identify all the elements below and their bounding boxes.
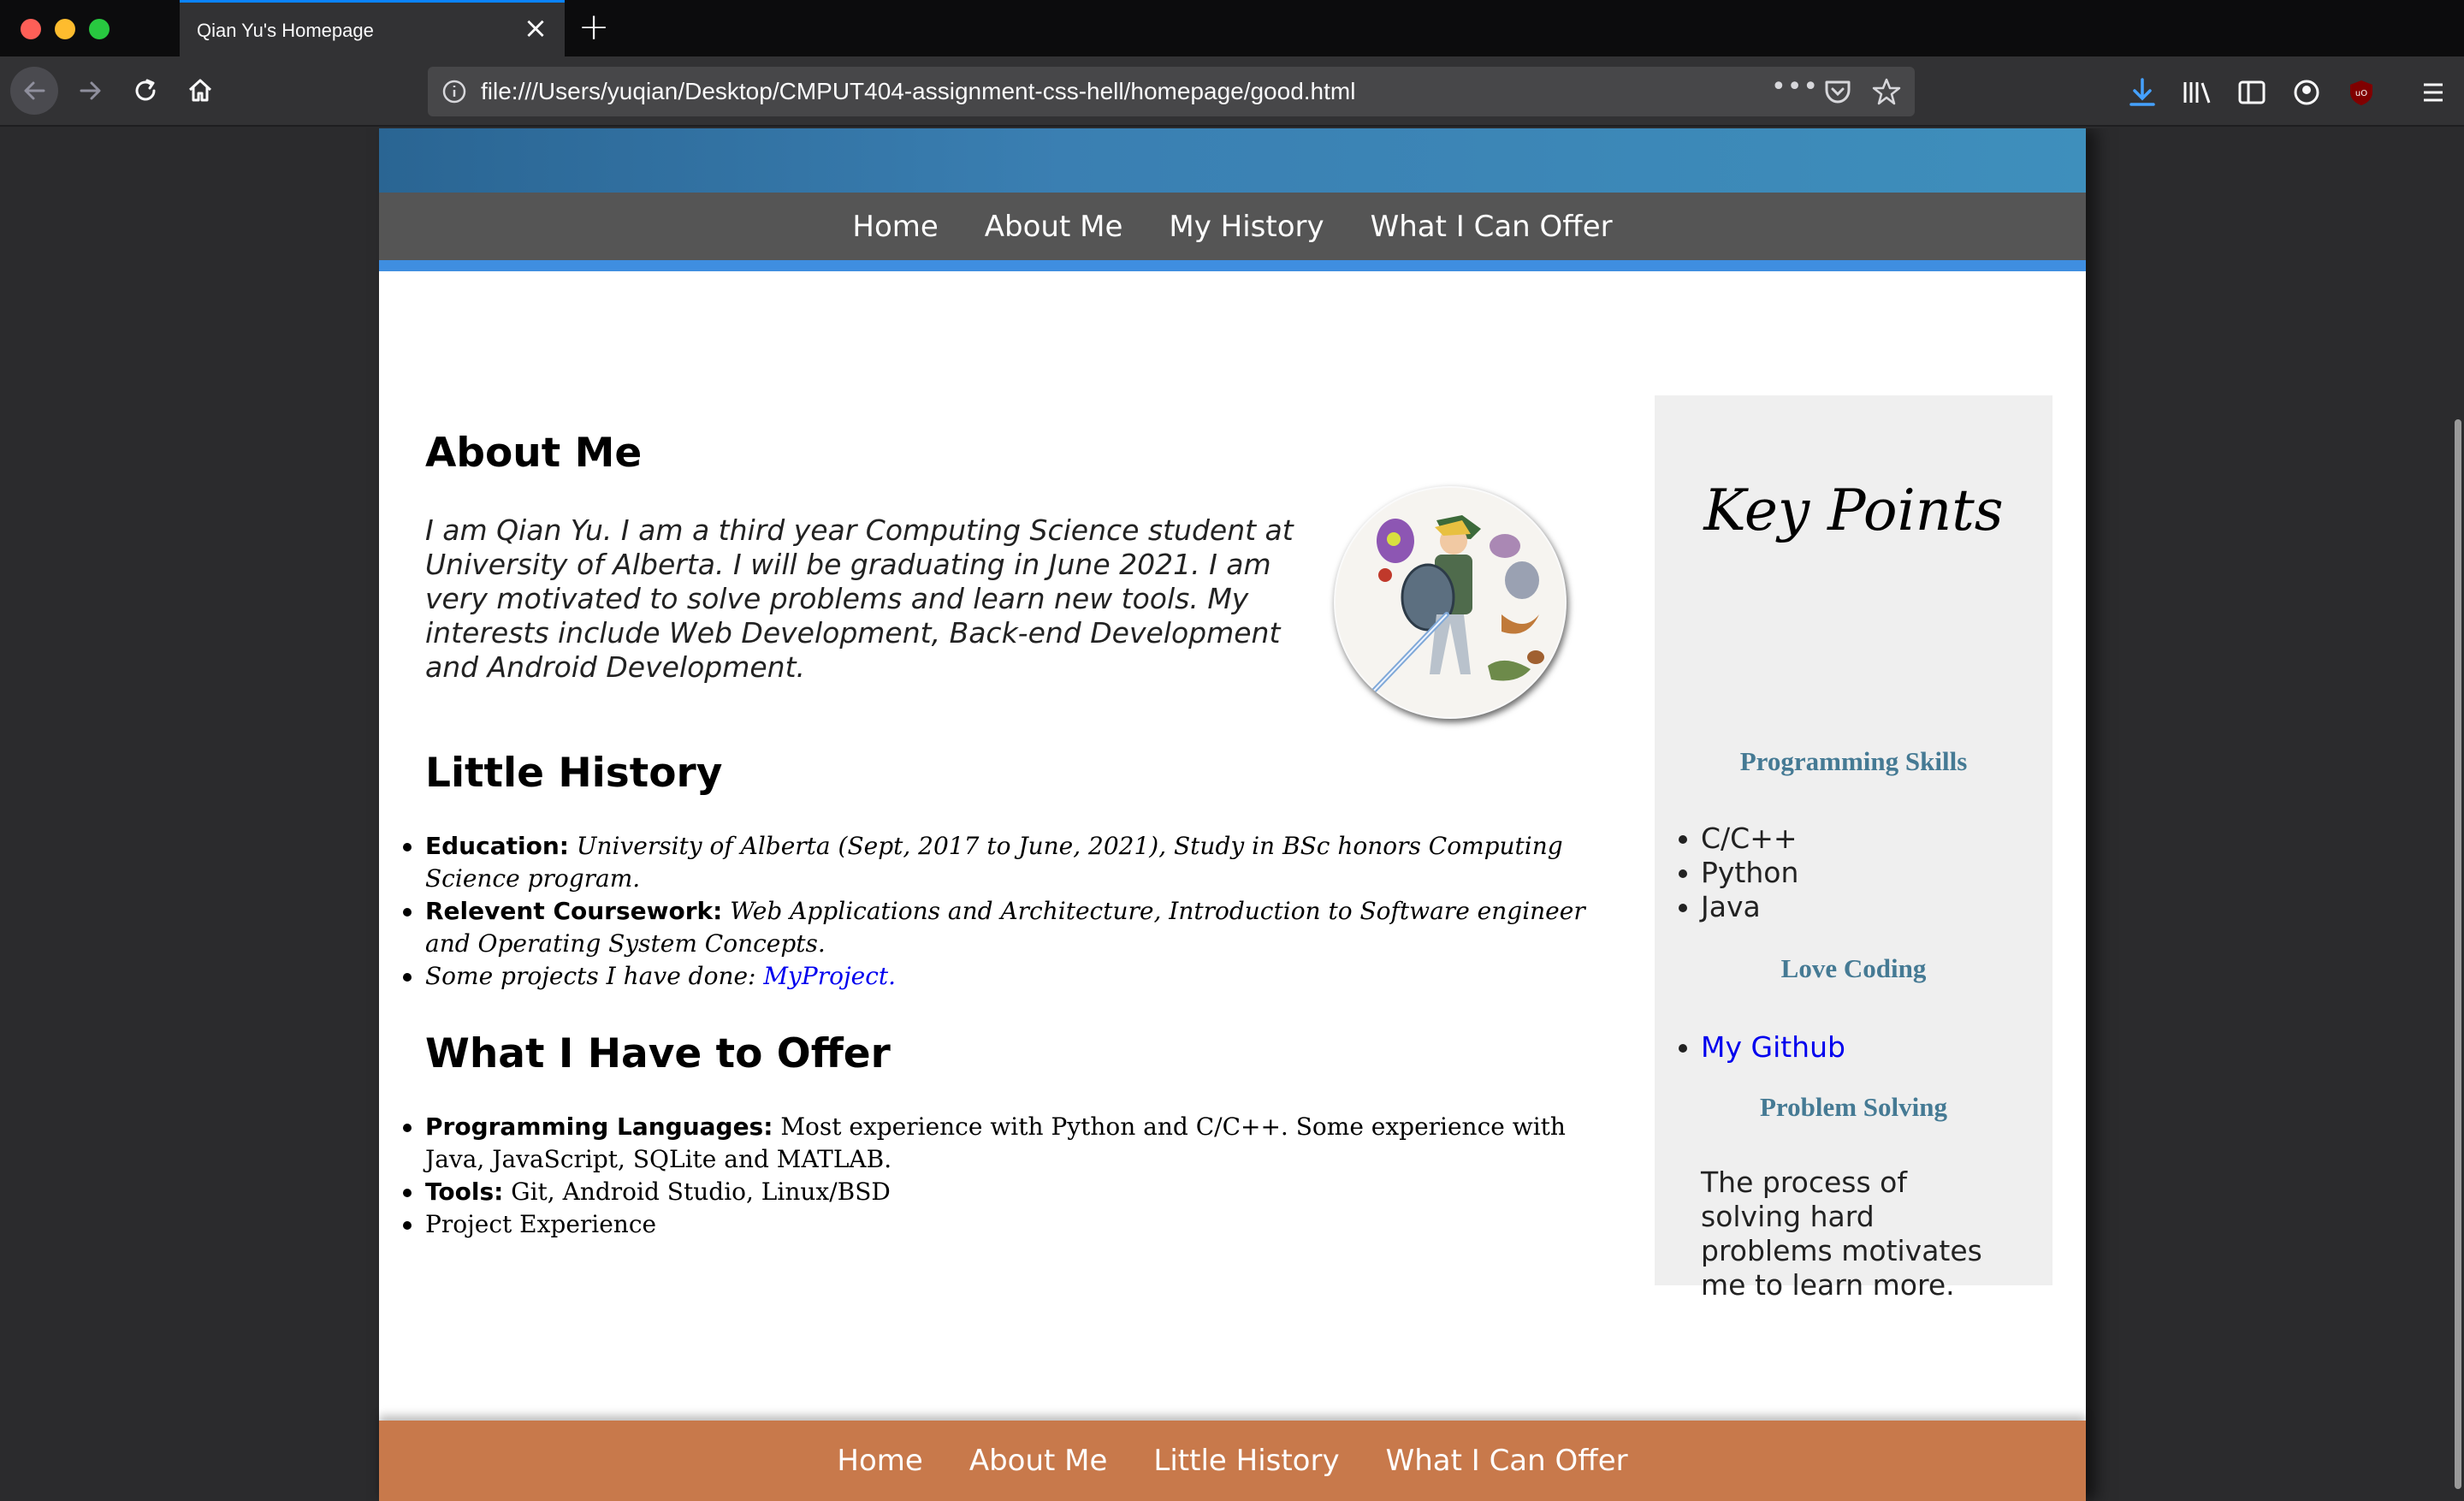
character-illustration <box>1336 488 1565 717</box>
list-item: Programming Languages: Most experience w… <box>403 1111 1623 1176</box>
coursework-label: Relevent Coursework: <box>425 897 723 925</box>
sidebar-icon <box>2238 80 2266 104</box>
reload-icon <box>135 79 156 101</box>
close-window-button[interactable] <box>21 19 41 39</box>
avatar <box>1334 486 1567 719</box>
tab-title: Qian Yu's Homepage <box>197 20 374 41</box>
info-icon[interactable] <box>441 79 467 104</box>
key-points-title: Key Points <box>1703 478 2004 543</box>
list-item: Relevent Coursework: Web Applications an… <box>403 895 1623 960</box>
offer-list: Programming Languages: Most experience w… <box>403 1111 1623 1241</box>
tools-text: Git, Android Studio, Linux/BSD <box>503 1178 891 1206</box>
languages-label: Programming Languages: <box>425 1112 773 1141</box>
top-nav-about-me[interactable]: About Me <box>985 210 1123 244</box>
footer-nav-little-history[interactable]: Little History <box>1153 1444 1339 1478</box>
scrollbar[interactable] <box>2452 128 2464 1501</box>
list-item: My Github <box>1679 1030 1845 1065</box>
page-actions-icon[interactable]: ••• <box>1771 72 1819 102</box>
minimize-window-button[interactable] <box>55 19 75 39</box>
list-item: C/C++ <box>1678 822 1798 855</box>
sidebar-button[interactable] <box>2235 75 2269 110</box>
back-button[interactable] <box>10 67 58 115</box>
list-item: Education: University of Alberta (Sept, … <box>403 830 1623 895</box>
projects-text: Some projects I have done: <box>425 962 764 990</box>
ublock-button[interactable]: uO <box>2344 75 2378 110</box>
header-banner <box>379 128 2086 193</box>
key-points-sidebar: Key Points Programming Skills C/C++ Pyth… <box>1655 395 2052 1302</box>
project-experience-text: Project Experience <box>425 1210 657 1238</box>
problem-solving-text: The process of solving hard problems mot… <box>1701 1166 1982 1302</box>
history-list: Education: University of Alberta (Sept, … <box>403 830 1623 993</box>
tab-active[interactable]: Qian Yu's Homepage × <box>180 0 565 56</box>
problem-solving-heading: Problem Solving <box>1759 1092 1948 1122</box>
reload-button[interactable] <box>121 67 169 115</box>
footer-nav-about-me[interactable]: About Me <box>969 1444 1108 1478</box>
arrow-left-icon <box>24 81 45 100</box>
library-icon <box>2183 82 2211 104</box>
bookmark-star-icon[interactable] <box>1872 77 1901 106</box>
library-button[interactable] <box>2180 75 2214 110</box>
close-tab-icon[interactable]: × <box>520 13 551 44</box>
top-nav-what-i-can-offer[interactable]: What I Can Offer <box>1371 210 1613 244</box>
zoom-window-button[interactable] <box>89 19 110 39</box>
skills-list: C/C++ Python Java <box>1678 822 1799 924</box>
list-item: Python <box>1678 856 1799 889</box>
new-tab-icon[interactable]: + <box>575 9 613 48</box>
list-item: Tools: Git, Android Studio, Linux/BSD <box>403 1176 1623 1208</box>
list-item: Project Experience <box>403 1208 1623 1241</box>
tools-label: Tools: <box>425 1178 504 1206</box>
github-link[interactable]: My Github <box>1701 1030 1845 1064</box>
ublock-shield-icon: uO <box>2350 80 2372 105</box>
home-button[interactable] <box>176 67 224 115</box>
account-button[interactable] <box>2289 75 2324 110</box>
programming-skills-heading: Programming Skills <box>1739 746 1968 776</box>
download-icon <box>2129 78 2155 106</box>
coding-list: My Github <box>1679 1030 1845 1065</box>
tab-bar: Qian Yu's Homepage × + <box>0 0 2464 56</box>
love-coding-heading: Love Coding <box>1780 953 1927 983</box>
arrow-right-icon <box>80 81 101 100</box>
education-label: Education: <box>425 832 569 860</box>
menu-button[interactable] <box>2416 75 2450 110</box>
about-paragraph: I am Qian Yu. I am a third year Computin… <box>425 513 1294 684</box>
history-heading: Little History <box>425 750 723 797</box>
svg-text:uO: uO <box>2355 89 2367 98</box>
forward-button[interactable] <box>67 67 115 115</box>
list-item: Java <box>1678 890 1798 924</box>
hamburger-menu-icon <box>2424 83 2443 102</box>
pocket-icon[interactable] <box>1824 79 1851 104</box>
top-nav-home[interactable]: Home <box>852 210 938 244</box>
footer-nav-home[interactable]: Home <box>837 1444 922 1478</box>
scrollbar-thumb[interactable] <box>2455 419 2461 1489</box>
top-navigation: Home About Me My History What I Can Offe… <box>379 193 2086 271</box>
education-text: University of Alberta (Sept, 2017 to Jun… <box>425 832 1563 893</box>
page-viewport: Home About Me My History What I Can Offe… <box>0 128 2452 1501</box>
downloads-button[interactable] <box>2125 75 2159 110</box>
url-bar[interactable]: file:///Users/yuqian/Desktop/CMPUT404-as… <box>428 67 1915 116</box>
footer-nav-what-i-can-offer[interactable]: What I Can Offer <box>1386 1444 1628 1478</box>
url-text[interactable]: file:///Users/yuqian/Desktop/CMPUT404-as… <box>481 78 1355 105</box>
account-icon <box>2294 80 2319 105</box>
list-item: Some projects I have done: MyProject. <box>403 960 1623 993</box>
top-nav-my-history[interactable]: My History <box>1169 210 1324 244</box>
page-container: Home About Me My History What I Can Offe… <box>379 128 2086 1501</box>
footer-navigation: Home About Me Little History What I Can … <box>379 1421 2086 1501</box>
about-heading: About Me <box>425 430 643 477</box>
myproject-link[interactable]: MyProject. <box>763 962 896 990</box>
home-icon <box>188 79 212 102</box>
offer-heading: What I Have to Offer <box>425 1030 891 1077</box>
